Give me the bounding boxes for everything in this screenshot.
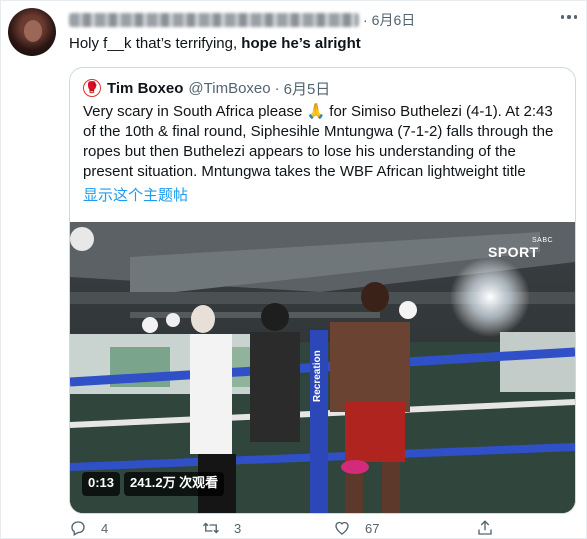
quoted-text: Very scary in South Africa please 🙏 for …: [83, 103, 554, 180]
tweet-header: · 6月6日: [69, 10, 415, 30]
author-name-blurred[interactable]: [69, 13, 359, 27]
like-count: 67: [365, 520, 380, 536]
retweet-icon: [203, 522, 219, 534]
reply-count: 4: [101, 520, 109, 536]
share-button[interactable]: [476, 519, 508, 537]
avatar[interactable]: [8, 8, 56, 56]
logo-text: SPORT: [488, 244, 539, 260]
video-player[interactable]: SPORT SABC Recreation 0:13 241.2万 次观看: [70, 222, 575, 513]
ring-text: Recreation: [312, 350, 323, 402]
tweet-card[interactable]: · 6月6日 Holy f__k that’s terrifying, hope…: [0, 0, 587, 539]
header-dot: ·: [363, 12, 368, 28]
video-time: 0:13: [82, 472, 121, 496]
more-icon[interactable]: [556, 7, 582, 27]
share-icon: [478, 520, 492, 535]
boxing-glove-icon: 🥊: [85, 81, 99, 94]
show-thread-link[interactable]: 显示这个主题帖: [83, 184, 188, 205]
retweet-count: 3: [234, 520, 242, 536]
action-bar: 4 3 67: [69, 519, 539, 539]
quoted-author-name: Tim Boxeo: [107, 79, 184, 97]
retweet-button[interactable]: 3: [202, 519, 241, 537]
reply-button[interactable]: 4: [69, 519, 108, 537]
quoted-date: 6月5日: [283, 80, 331, 98]
video-views: 241.2万 次观看: [124, 472, 225, 496]
quoted-author-handle: @TimBoxeo: [188, 79, 271, 97]
tweet-text-bold: hope he’s alright: [241, 35, 361, 52]
quoted-dot: ·: [274, 79, 280, 97]
quoted-tweet[interactable]: 🥊 Tim Boxeo @TimBoxeo · 6月5日 Very scary …: [69, 67, 576, 514]
logo-small-text: SABC: [532, 237, 554, 244]
channel-logo: SPORT SABC: [488, 237, 553, 260]
quoted-avatar: 🥊: [83, 79, 101, 97]
tweet-text-plain: Holy f__k that’s terrifying,: [69, 35, 242, 52]
video-meta: 0:13 241.2万 次观看: [82, 472, 225, 496]
quoted-header: 🥊 Tim Boxeo @TimBoxeo · 6月5日: [83, 78, 330, 98]
reply-icon: [71, 521, 85, 536]
heart-icon: [335, 521, 349, 535]
tweet-date[interactable]: 6月6日: [372, 10, 416, 30]
like-button[interactable]: 67: [333, 519, 379, 537]
tweet-text: Holy f__k that’s terrifying, hope he’s a…: [69, 34, 361, 53]
